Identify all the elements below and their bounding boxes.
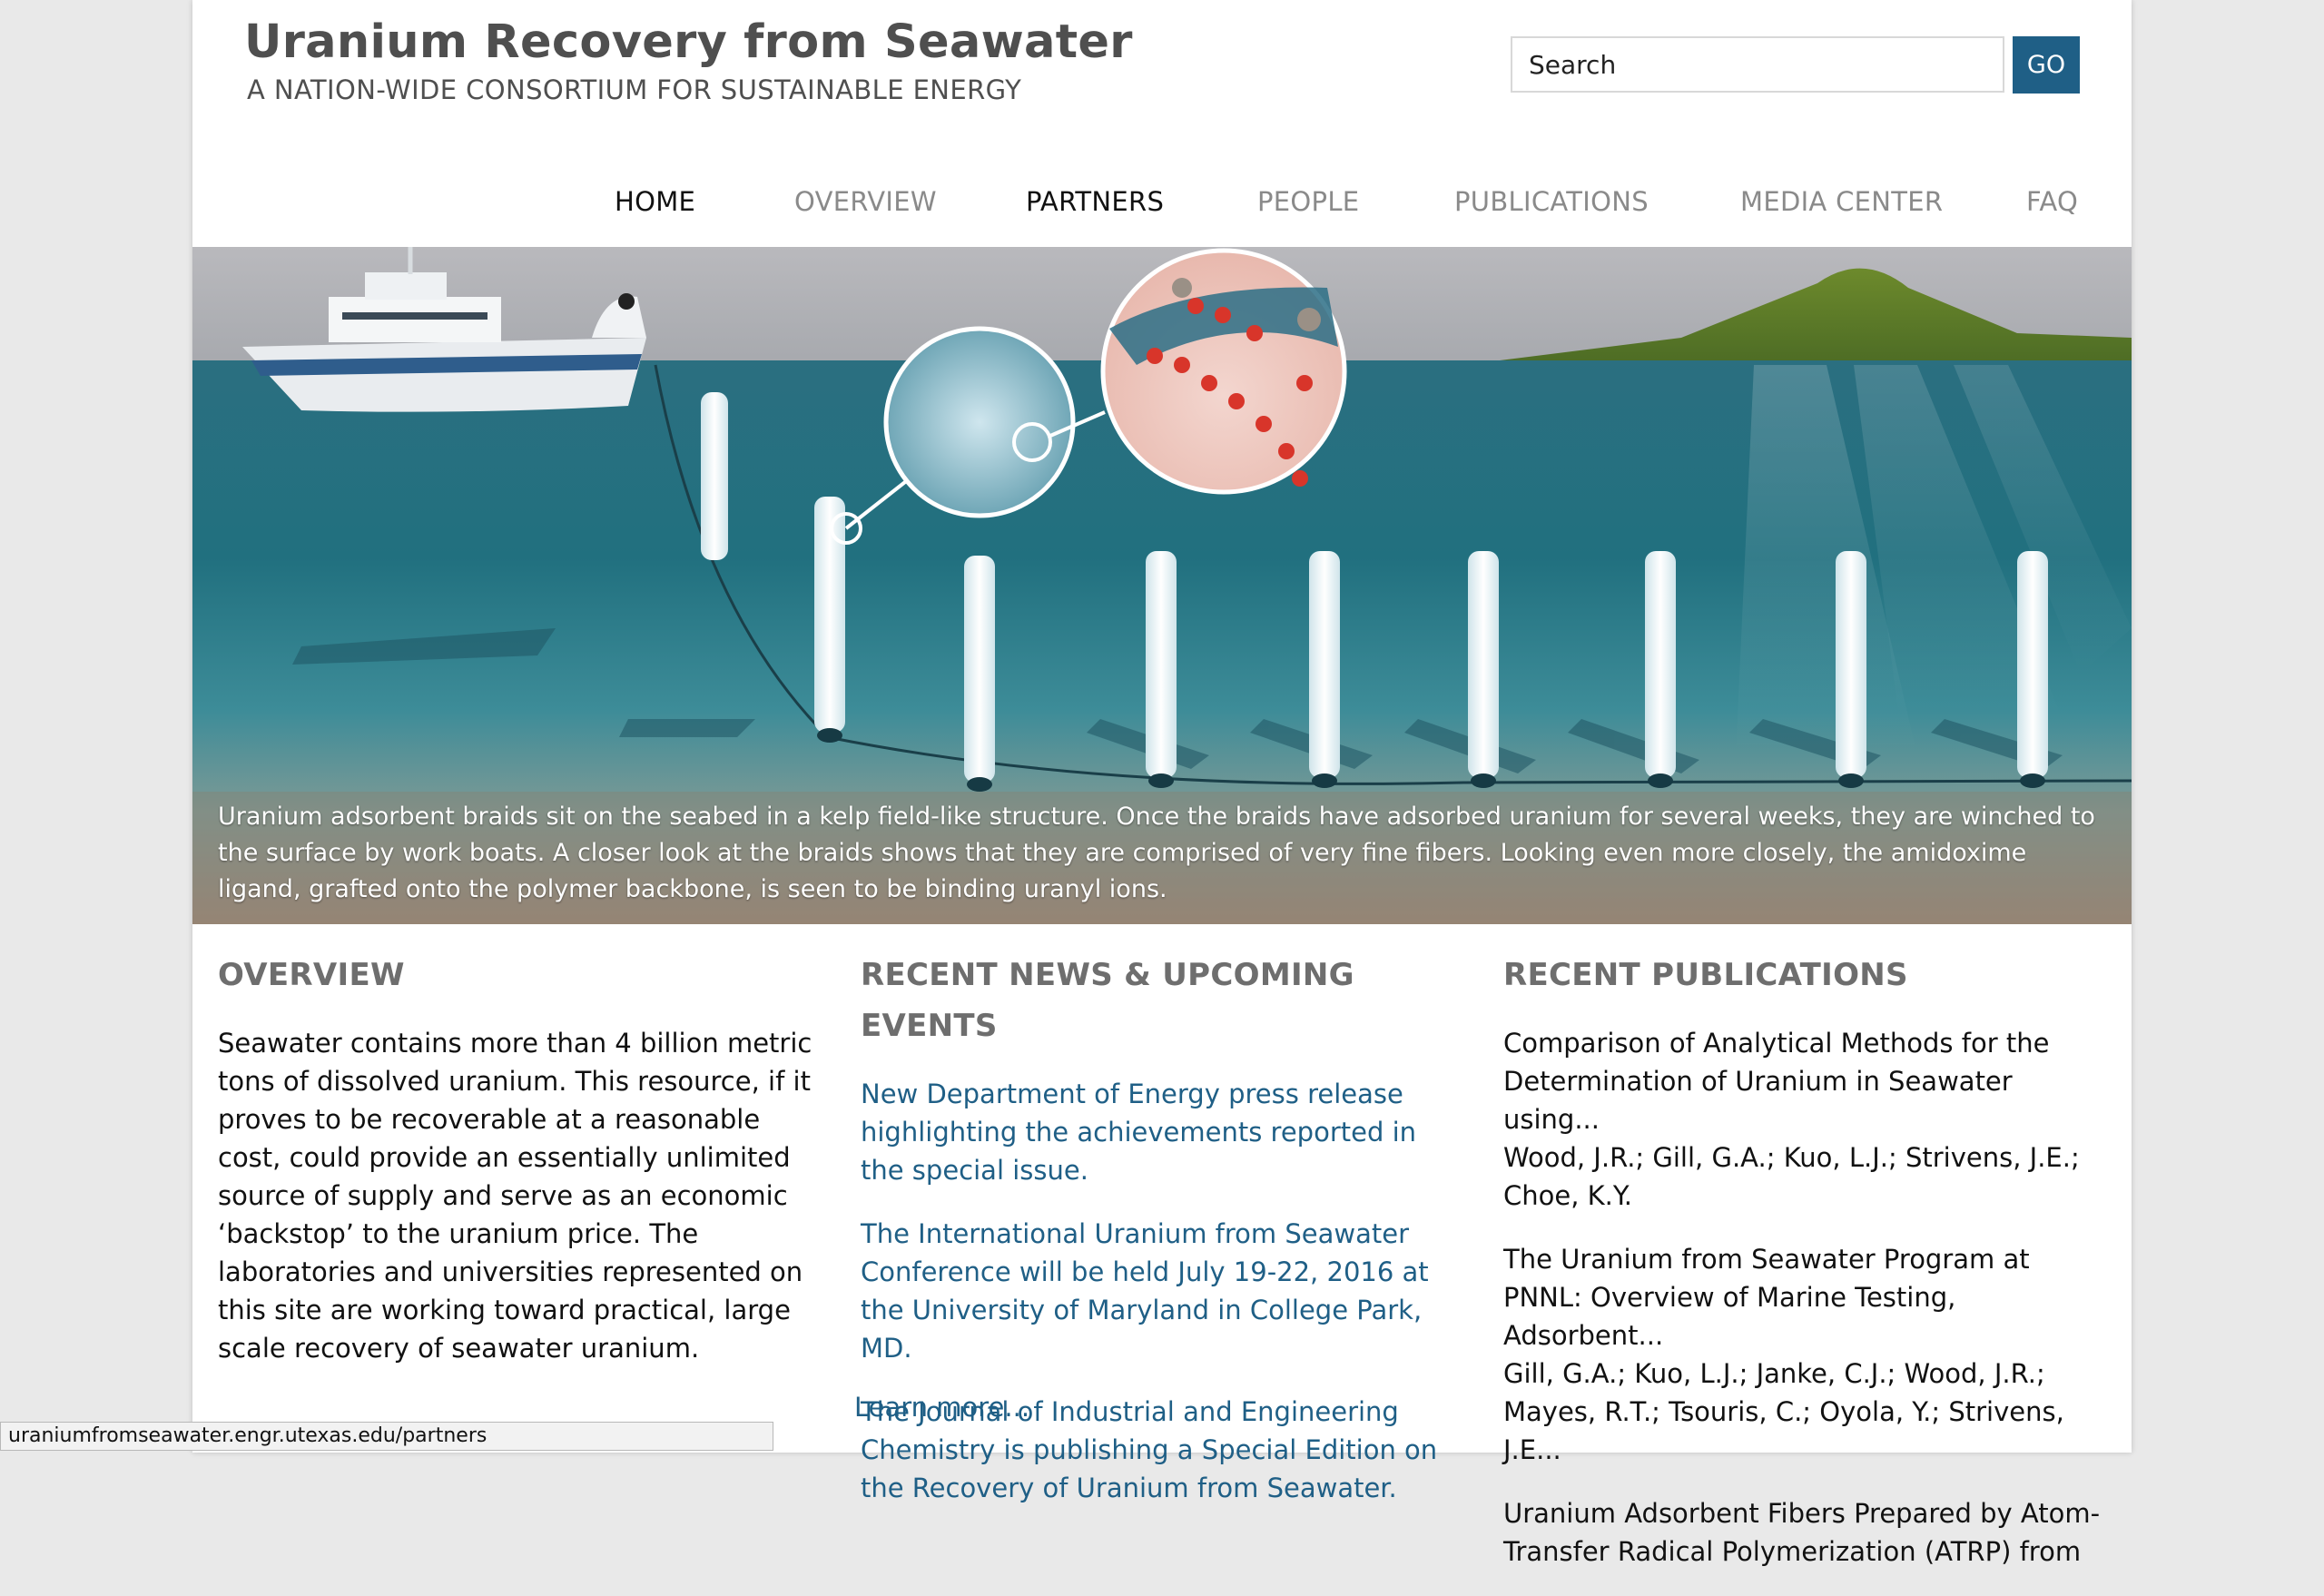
news-item-link[interactable]: New Department of Energy press release h… [861,1075,1467,1189]
learn-more-link[interactable]: Learn more... [854,1392,1029,1423]
publication-item: Uranium Adsorbent Fibers Prepared by Ato… [1503,1494,2110,1571]
nav-item-media-center[interactable]: MEDIA CENTER [1740,186,1943,217]
nav-item-partners[interactable]: PARTNERS [1026,186,1164,217]
search-go-button[interactable]: GO [2013,36,2080,94]
publication-authors: Gill, G.A.; Kuo, L.J.; Janke, C.J.; Wood… [1503,1358,2064,1465]
news-section: RECENT NEWS & UPCOMING EVENTS New Depart… [861,950,1467,1532]
hero-caption: Uranium adsorbent braids sit on the seab… [218,803,2095,903]
publications-heading: RECENT PUBLICATIONS [1503,957,1908,993]
overview-section: OVERVIEW Seawater contains more than 4 b… [218,950,824,1367]
publication-item: Comparison of Analytical Methods for the… [1503,1024,2110,1215]
main-nav: HOME OVERVIEW PARTNERS PEOPLE PUBLICATIO… [192,186,2132,233]
nav-item-faq[interactable]: FAQ [2026,186,2078,217]
overview-heading: OVERVIEW [218,957,405,993]
page-container: Uranium Recovery from Seawater A NATION-… [192,0,2132,1567]
publications-section: RECENT PUBLICATIONS Comparison of Analyt… [1503,950,2110,1596]
nav-item-people[interactable]: PEOPLE [1257,186,1359,217]
nav-item-overview[interactable]: OVERVIEW [794,186,937,217]
nav-item-home[interactable]: HOME [615,186,695,217]
browser-status-bar: uraniumfromseawater.engr.utexas.edu/part… [0,1422,773,1451]
publication-item: The Uranium from Seawater Program at PNN… [1503,1240,2110,1469]
site-tagline: A NATION-WIDE CONSORTIUM FOR SUSTAINABLE… [247,74,1022,105]
site-title[interactable]: Uranium Recovery from Seawater [244,15,1133,70]
publication-title-link[interactable]: The Uranium from Seawater Program at PNN… [1503,1240,2110,1355]
overview-text: Seawater contains more than 4 billion me… [218,1028,812,1364]
publication-authors: Wood, J.R.; Gill, G.A.; Kuo, L.J.; Striv… [1503,1142,2080,1211]
search-input[interactable] [1511,36,2004,93]
news-heading: RECENT NEWS & UPCOMING EVENTS [861,957,1354,1044]
publication-title-link[interactable]: Uranium Adsorbent Fibers Prepared by Ato… [1503,1494,2110,1571]
publication-title-link[interactable]: Comparison of Analytical Methods for the… [1503,1024,2110,1138]
nav-item-publications[interactable]: PUBLICATIONS [1454,186,1649,217]
hero-banner: Uranium adsorbent braids sit on the seab… [192,247,2132,924]
news-item-link[interactable]: The International Uranium from Seawater … [861,1215,1467,1367]
